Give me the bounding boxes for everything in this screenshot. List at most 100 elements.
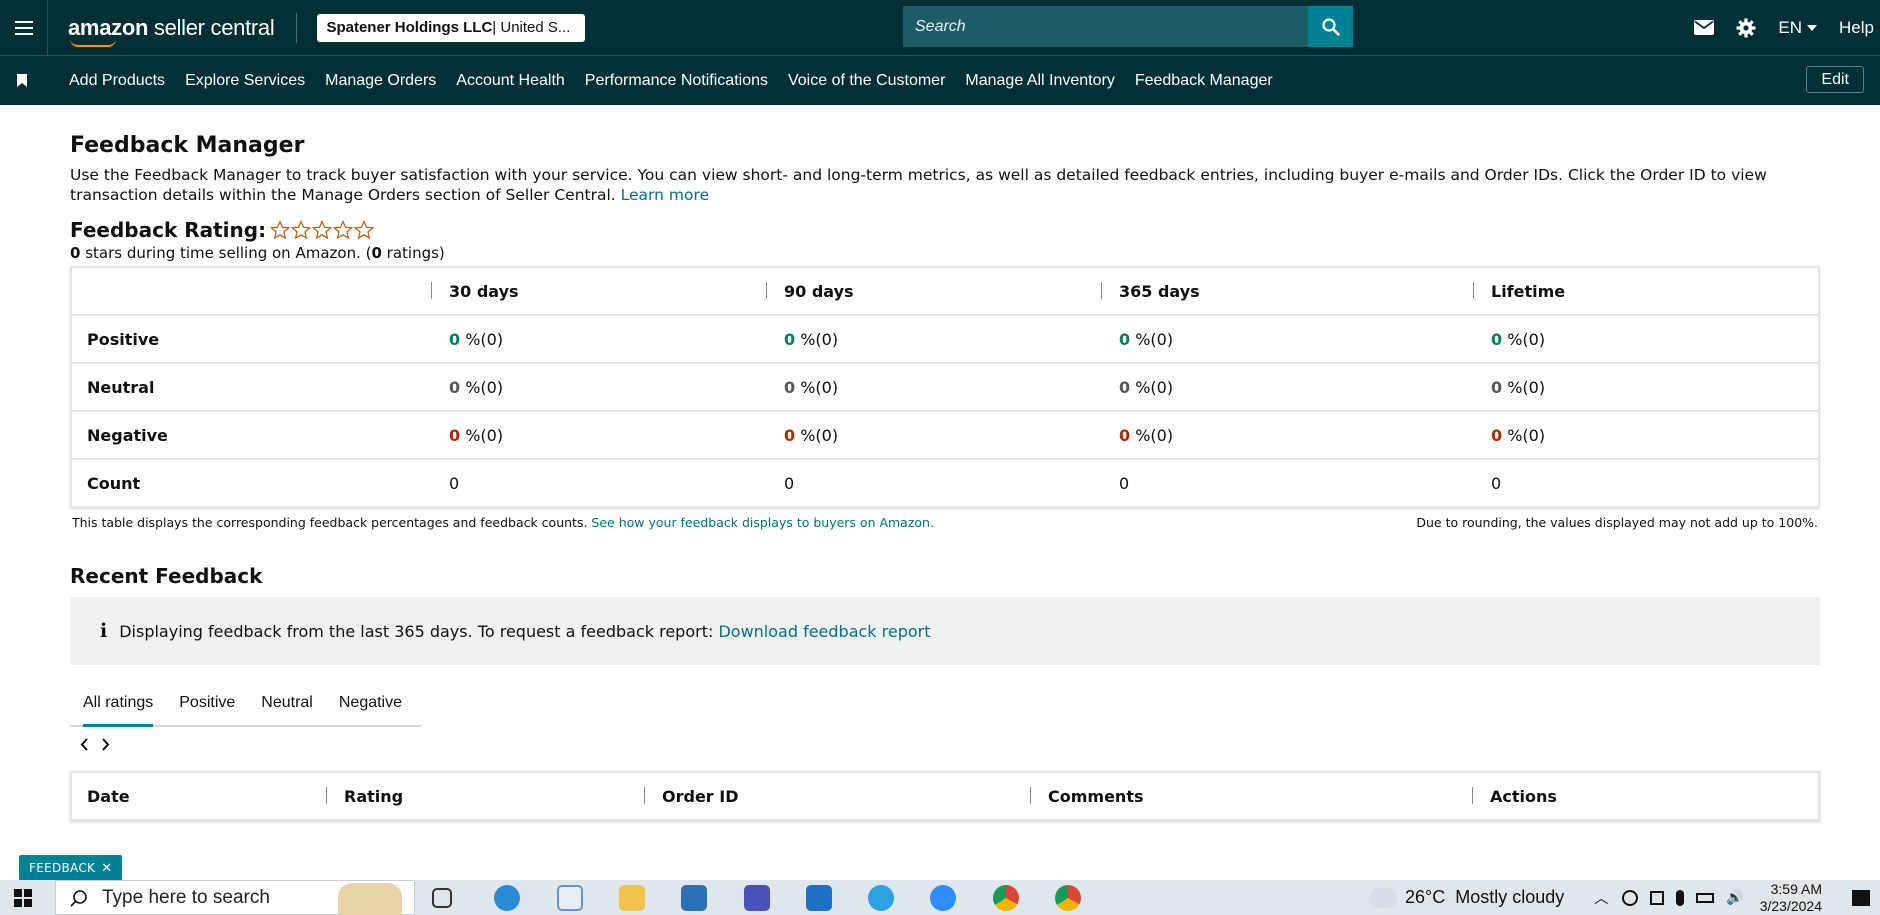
- windows-taskbar: Type here to search 26°C Mostly cloudy ︿…: [0, 880, 1880, 915]
- download-report-link[interactable]: Download feedback report: [718, 622, 930, 641]
- nav-link-account-health[interactable]: Account Health: [456, 72, 565, 90]
- taskbar-search[interactable]: Type here to search: [55, 880, 415, 915]
- chrome-icon[interactable]: [993, 885, 1019, 911]
- nav-link-add-products[interactable]: Add Products: [69, 72, 165, 90]
- chrome-icon[interactable]: [1055, 885, 1081, 911]
- seller-central-logo[interactable]: amazon seller central: [68, 14, 275, 47]
- record-icon[interactable]: [1622, 889, 1639, 906]
- table-cell: 0 %(0): [1473, 363, 1819, 412]
- help-link[interactable]: Help: [1839, 18, 1874, 38]
- rating-count: 0: [371, 244, 382, 262]
- logo-amazon-text: amazon: [68, 14, 149, 40]
- task-view-icon[interactable]: [432, 888, 452, 908]
- learn-more-link[interactable]: Learn more: [621, 186, 709, 204]
- account-switcher[interactable]: Spatener Holdings LLC | United S...: [317, 13, 586, 42]
- clock[interactable]: 3:59 AM 3/23/2024: [1760, 881, 1822, 915]
- table-row-negative: Negative 0 %(0) 0 %(0) 0 %(0) 0 %(0): [71, 411, 1819, 460]
- language-selector[interactable]: EN: [1778, 17, 1818, 38]
- bookmark-nav: Add Products Explore Services Manage Ord…: [0, 55, 1880, 105]
- nav-link-performance-notifications[interactable]: Performance Notifications: [585, 72, 768, 90]
- battery-icon[interactable]: [1696, 892, 1715, 903]
- footnote-left: This table displays the corresponding fe…: [72, 515, 934, 530]
- edit-bookmarks-button[interactable]: Edit: [1806, 66, 1864, 93]
- table-row-count: Count 0 0 0 0: [71, 459, 1819, 508]
- table-header-row: Date Rating Order ID Comments Actions: [71, 772, 1819, 820]
- col-rating[interactable]: Rating: [326, 772, 644, 820]
- search-icon: [1321, 17, 1340, 36]
- table-cell: 0 %(0): [431, 411, 766, 460]
- search-button[interactable]: [1308, 6, 1353, 47]
- nav-link-voice-of-customer[interactable]: Voice of the Customer: [788, 72, 945, 90]
- settings-button[interactable]: [1736, 18, 1756, 38]
- notifications-icon[interactable]: [1852, 889, 1870, 906]
- menu-button[interactable]: [0, 0, 48, 55]
- table-header-row: 30 days 90 days 365 days Lifetime: [71, 267, 1819, 316]
- table-cell: 0 %(0): [1473, 411, 1819, 460]
- microphone-icon[interactable]: [1676, 889, 1685, 906]
- language-label: EN: [1778, 17, 1803, 37]
- table-cell: 0 %(0): [1101, 411, 1473, 460]
- paint-app-icon[interactable]: [557, 885, 583, 911]
- edge-browser-icon[interactable]: [494, 885, 520, 911]
- feedback-display-link[interactable]: See how your feedback displays to buyers…: [591, 515, 934, 530]
- col-actions[interactable]: Actions: [1472, 772, 1819, 820]
- nav-link-feedback-manager[interactable]: Feedback Manager: [1135, 72, 1273, 90]
- row-label: Neutral: [71, 363, 431, 412]
- search-input[interactable]: [903, 6, 1308, 47]
- page-intro: Use the Feedback Manager to track buyer …: [70, 165, 1820, 205]
- rating-tabs: All ratings Positive Neutral Negative: [70, 687, 422, 727]
- start-button[interactable]: [14, 889, 32, 911]
- table-cell: 0 %(0): [1473, 315, 1819, 364]
- table-row-neutral: Neutral 0 %(0) 0 %(0) 0 %(0) 0 %(0): [71, 363, 1819, 412]
- col-date[interactable]: Date: [71, 772, 326, 820]
- app-icon[interactable]: [744, 885, 770, 911]
- header-utilities: EN Help: [1694, 0, 1880, 55]
- mail-icon: [1694, 20, 1715, 35]
- volume-icon[interactable]: 🔊: [1726, 889, 1743, 906]
- col-comments[interactable]: Comments: [1030, 772, 1472, 820]
- star-empty-icon: [291, 220, 312, 240]
- table-cell: 0: [1101, 459, 1473, 508]
- footnote-right: Due to rounding, the values displayed ma…: [1416, 515, 1818, 530]
- feedback-tag-button[interactable]: FEEDBACK ✕: [19, 855, 123, 881]
- row-label: Negative: [71, 411, 431, 460]
- col-order-id[interactable]: Order ID: [644, 772, 1030, 820]
- table-cell: 0 %(0): [1101, 315, 1473, 364]
- table-cell: 0: [1473, 459, 1819, 508]
- nav-link-manage-inventory[interactable]: Manage All Inventory: [965, 72, 1114, 90]
- camera-icon[interactable]: [1650, 890, 1665, 905]
- rating-summary-text: stars during time selling on Amazon. (: [80, 244, 372, 262]
- bookmark-button[interactable]: [0, 74, 44, 87]
- tab-neutral[interactable]: Neutral: [248, 687, 326, 725]
- table-row-positive: Positive 0 %(0) 0 %(0) 0 %(0) 0 %(0): [71, 315, 1819, 364]
- account-region: | United S...: [492, 19, 571, 36]
- top-header: amazon seller central Spatener Holdings …: [0, 0, 1880, 55]
- tab-positive[interactable]: Positive: [166, 687, 248, 725]
- zoom-icon[interactable]: [930, 885, 956, 911]
- close-icon[interactable]: ✕: [101, 861, 112, 876]
- messages-button[interactable]: [1694, 20, 1715, 35]
- table-header-30-days: 30 days: [431, 267, 766, 316]
- row-label: Positive: [71, 315, 431, 364]
- nav-link-manage-orders[interactable]: Manage Orders: [325, 72, 436, 90]
- nav-link-explore-services[interactable]: Explore Services: [185, 72, 305, 90]
- page-title: Feedback Manager: [70, 133, 305, 158]
- rating-summary: 0 stars during time selling on Amazon. (…: [70, 244, 1820, 262]
- tab-negative[interactable]: Negative: [326, 687, 415, 725]
- weather-text[interactable]: 26°C Mostly cloudy: [1405, 887, 1564, 908]
- table-cell: 0 %(0): [766, 363, 1101, 412]
- mail-app-icon[interactable]: [806, 885, 832, 911]
- intro-text: Use the Feedback Manager to track buyer …: [70, 166, 1767, 204]
- chevron-right-icon[interactable]: [101, 735, 110, 756]
- file-explorer-icon[interactable]: [619, 885, 645, 911]
- chevron-left-icon[interactable]: [80, 735, 89, 756]
- weather-icon[interactable]: [1369, 887, 1397, 908]
- tab-all-ratings[interactable]: All ratings: [70, 687, 166, 727]
- microsoft-store-icon[interactable]: [681, 885, 707, 911]
- tray-chevron-icon[interactable]: ︿: [1594, 888, 1608, 908]
- table-cell: 0: [431, 459, 766, 508]
- telegram-icon[interactable]: [868, 885, 894, 911]
- table-header-lifetime: Lifetime: [1473, 267, 1819, 316]
- bookmark-icon: [17, 74, 27, 87]
- row-label: Count: [71, 459, 431, 508]
